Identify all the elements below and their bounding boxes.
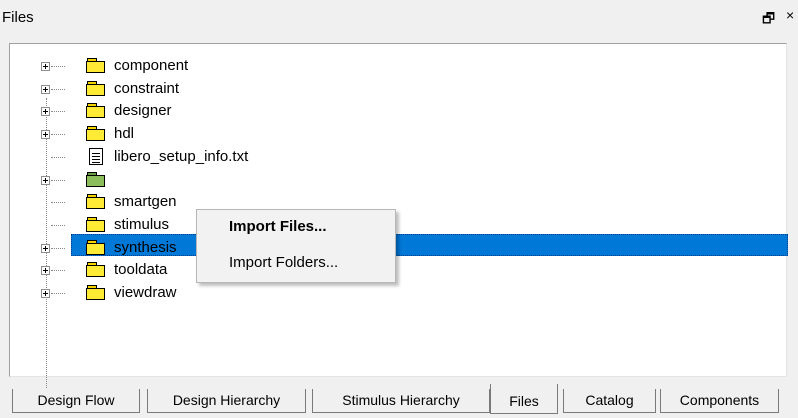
- restore-window-icon[interactable]: 🗗: [762, 8, 775, 32]
- expand-plus-icon[interactable]: [41, 62, 50, 71]
- folder-icon: [86, 194, 106, 209]
- tree-item-label: viewdraw: [114, 284, 177, 301]
- tree-connector: [51, 157, 65, 158]
- tab-files[interactable]: Files: [490, 384, 558, 414]
- context-menu: Import Files... Import Folders...: [196, 209, 396, 283]
- tab-design-hierarchy[interactable]: Design Hierarchy: [147, 389, 306, 413]
- expand-plus-icon[interactable]: [41, 85, 50, 94]
- tree-connector: [51, 248, 65, 249]
- folder-icon: [86, 126, 106, 141]
- folder-icon: [86, 240, 106, 255]
- folder-icon: [86, 58, 106, 73]
- files-tree-panel: component constraint designer hdl libero_set…: [9, 43, 788, 396]
- folder-icon: [86, 103, 106, 118]
- tree-item-label: simulation: [114, 171, 182, 188]
- folder-icon: [86, 285, 106, 300]
- tree-connector: [51, 270, 65, 271]
- tree-item-constraint[interactable]: constraint: [10, 78, 770, 100]
- close-icon[interactable]: ×: [786, 7, 794, 23]
- panel-title: Files: [2, 9, 34, 26]
- tab-stimulus-hierarchy[interactable]: Stimulus Hierarchy: [312, 389, 490, 413]
- tree-item-label: component: [114, 57, 189, 74]
- menu-item-import-folders[interactable]: Import Folders...: [229, 254, 338, 271]
- expand-plus-icon[interactable]: [41, 266, 50, 275]
- folder-icon: [86, 81, 106, 96]
- tab-components[interactable]: Components: [660, 389, 779, 413]
- folder-icon: [86, 217, 106, 232]
- expand-plus-icon[interactable]: [41, 107, 50, 116]
- text-file-icon: [89, 148, 103, 165]
- tree-item-component[interactable]: component: [10, 55, 770, 77]
- tree-item-designer[interactable]: designer: [10, 100, 770, 122]
- tree-item-viewdraw[interactable]: viewdraw: [10, 282, 770, 304]
- menu-item-import-files[interactable]: Import Files...: [229, 218, 327, 235]
- expand-plus-icon[interactable]: [41, 289, 50, 298]
- tab-catalog[interactable]: Catalog: [563, 389, 656, 413]
- expand-plus-icon[interactable]: [41, 244, 50, 253]
- tree-connector: [51, 134, 65, 135]
- folder-icon: [86, 172, 106, 187]
- tree-item-label: libero_setup_info.txt: [114, 148, 249, 165]
- expand-plus-icon[interactable]: [41, 176, 50, 185]
- tree-item-label: stimulus: [114, 216, 170, 233]
- tree-item-label: designer: [114, 102, 172, 119]
- tree-connector: [51, 202, 65, 203]
- tree-connector: [51, 225, 65, 226]
- tree-item-label: tooldata: [114, 261, 168, 278]
- bottom-tabstrip: Design Flow Design Hierarchy Stimulus Hi…: [0, 384, 798, 418]
- tree-connector: [51, 66, 65, 67]
- tab-design-flow[interactable]: Design Flow: [12, 389, 140, 413]
- tree-connector: [51, 293, 65, 294]
- panel-titlebar: Files 🗗 ×: [0, 0, 798, 34]
- tree-item-simulation[interactable]: simulation: [10, 169, 770, 191]
- tree-item-hdl[interactable]: hdl: [10, 123, 770, 145]
- tree-item-label: hdl: [114, 125, 135, 142]
- tree-item-label: constraint: [114, 80, 180, 97]
- tree-item-libero-setup-info-txt[interactable]: libero_setup_info.txt: [10, 146, 770, 168]
- tree-connector: [51, 180, 65, 181]
- tree-connector: [51, 111, 65, 112]
- tree-connector: [51, 89, 65, 90]
- expand-plus-icon[interactable]: [41, 130, 50, 139]
- tree-item-label: synthesis: [114, 239, 177, 256]
- tree-item-label: smartgen: [114, 193, 177, 210]
- folder-icon: [86, 262, 106, 277]
